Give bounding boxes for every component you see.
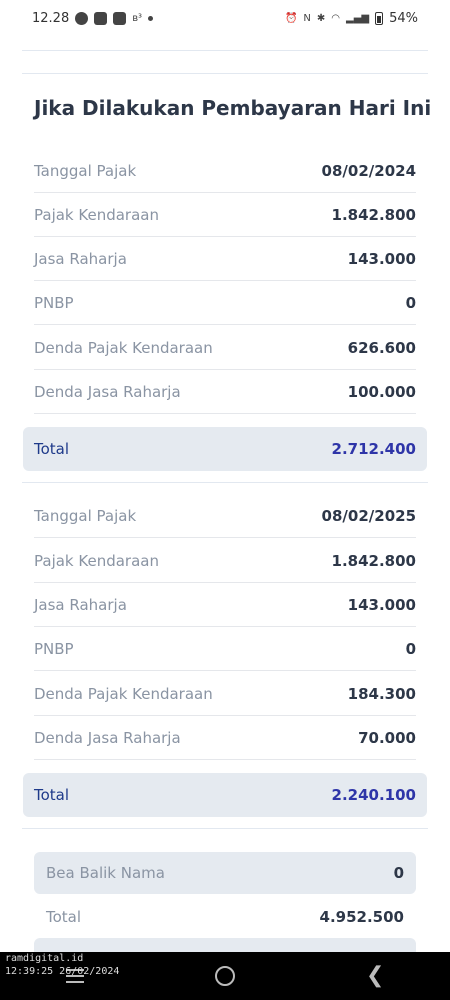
chat-notification-icon <box>75 11 89 25</box>
row-label: Tanggal Pajak <box>34 506 137 525</box>
recents-line-icon <box>65 981 84 983</box>
row-label: Jasa Raharja <box>34 595 127 614</box>
row-value: 08/02/2024 <box>321 161 416 180</box>
battery-icon <box>375 11 384 25</box>
row-jasa-raharja: Jasa Raharja 143.000 <box>34 583 416 627</box>
row-denda-pajak-kendaraan: Denda Pajak Kendaraan 184.300 <box>34 672 416 716</box>
row-value: 0 <box>393 864 404 882</box>
row-value: 1.842.800 <box>331 205 416 224</box>
row-label: Total <box>46 908 82 926</box>
status-right: ⏰ N ✱ ◠ ▂▄▆ 54% <box>285 11 418 26</box>
row-pajak-kendaraan: Pajak Kendaraan 1.842.800 <box>34 193 416 237</box>
row-label: Denda Jasa Raharja <box>34 728 181 747</box>
row-label: Tanggal Pajak <box>34 161 137 180</box>
row-pnbp: PNBP 0 <box>34 281 416 325</box>
row-value: 70.000 <box>358 728 416 747</box>
signal-icon: ▂▄▆ <box>346 12 370 24</box>
total-box-2024: Total 2.712.400 <box>23 427 427 471</box>
app-notification-icon: ʙ³ <box>132 12 143 24</box>
row-pnbp: PNBP 0 <box>34 627 416 671</box>
status-left: 12.28 ʙ³ <box>32 10 154 26</box>
row-value: 0 <box>405 639 416 658</box>
total-value: 2.712.400 <box>331 440 416 458</box>
wifi-icon: ◠ <box>331 12 341 24</box>
bluetooth-icon: ✱ <box>316 12 326 24</box>
nfc-icon: N <box>303 12 311 24</box>
row-value: 184.300 <box>347 684 416 703</box>
row-denda-jasa-raharja: Denda Jasa Raharja 100.000 <box>34 370 416 414</box>
row-value: 143.000 <box>347 595 416 614</box>
row-label: Pajak Kendaraan <box>34 205 159 224</box>
row-value: 08/02/2025 <box>321 506 416 525</box>
section-divider-top <box>22 73 428 74</box>
back-button[interactable]: ❮ <box>366 965 384 987</box>
row-denda-jasa-raharja: Denda Jasa Raharja 70.000 <box>34 716 416 760</box>
grand-total-row: Total 4.952.500 <box>34 896 416 938</box>
row-label: Jasa Raharja <box>34 249 127 268</box>
total-box-2025: Total 2.240.100 <box>23 773 427 817</box>
block-divider <box>22 828 428 829</box>
row-value: 143.000 <box>347 249 416 268</box>
watermark-site: ramdigital.id <box>5 953 84 964</box>
alarm-icon: ⏰ <box>284 12 298 24</box>
row-value: 0 <box>405 293 416 312</box>
row-tanggal-pajak: Tanggal Pajak 08/02/2025 <box>34 494 416 538</box>
bea-balik-nama-row: Bea Balik Nama 0 <box>34 852 416 894</box>
row-denda-pajak-kendaraan: Denda Pajak Kendaraan 626.600 <box>34 326 416 370</box>
row-label: PNBP <box>34 293 74 312</box>
watermark: ramdigital.id 12:39:25 26/02/2024 <box>5 952 119 978</box>
watermark-timestamp: 12:39:25 26/02/2024 <box>5 966 120 977</box>
row-value: 100.000 <box>347 382 416 401</box>
row-jasa-raharja: Jasa Raharja 143.000 <box>34 237 416 281</box>
total-label: Total <box>34 440 70 458</box>
status-bar: 12.28 ʙ³ ⏰ N ✱ ◠ ▂▄▆ 54% <box>0 0 450 36</box>
row-value: 626.600 <box>347 338 416 357</box>
battery-percent: 54% <box>389 10 418 26</box>
row-label: Denda Pajak Kendaraan <box>34 338 213 357</box>
row-label: PNBP <box>34 639 74 658</box>
row-label: Bea Balik Nama <box>46 864 165 882</box>
total-label: Total <box>34 786 70 804</box>
row-value: 4.952.500 <box>319 908 404 926</box>
total-value: 2.240.100 <box>331 786 416 804</box>
row-pajak-kendaraan: Pajak Kendaraan 1.842.800 <box>34 539 416 583</box>
row-label: Denda Jasa Raharja <box>34 382 181 401</box>
more-notifications-icon <box>148 15 154 21</box>
row-tanggal-pajak: Tanggal Pajak 08/02/2024 <box>34 149 416 193</box>
mail-icon <box>113 11 127 25</box>
previous-card-edge <box>22 36 428 51</box>
row-value: 1.842.800 <box>331 551 416 570</box>
status-time: 12.28 <box>32 10 70 26</box>
section-title: Jika Dilakukan Pembayaran Hari Ini <box>34 96 432 120</box>
row-label: Denda Pajak Kendaraan <box>34 684 213 703</box>
home-button[interactable] <box>214 966 235 986</box>
row-label: Pajak Kendaraan <box>34 551 159 570</box>
block-divider <box>22 482 428 483</box>
shopping-bag-icon <box>94 11 108 25</box>
